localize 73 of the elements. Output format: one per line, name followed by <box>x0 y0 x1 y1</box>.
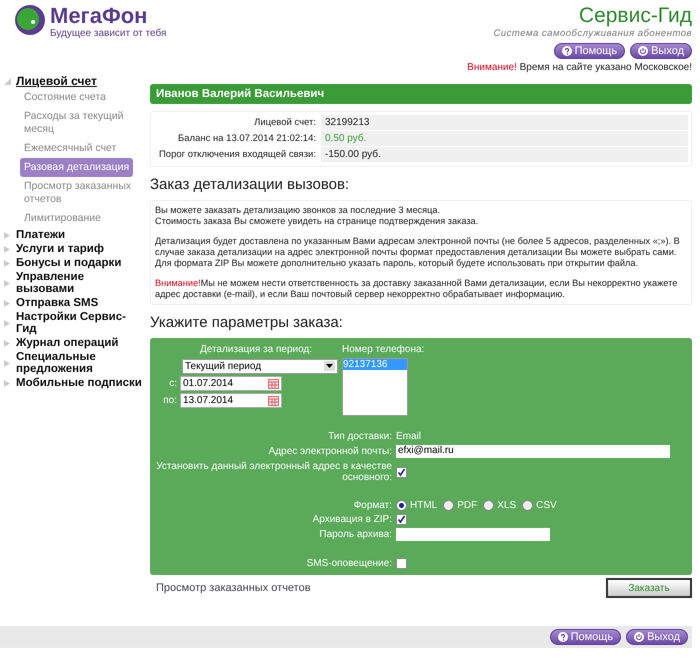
power-icon <box>634 632 644 642</box>
time-notice: Внимание! Время на сайте указано Московское! <box>467 62 692 73</box>
sidebar-item[interactable]: Управление вызовами <box>16 271 144 295</box>
info-label: Баланс на 13.07.2014 21:02:14: <box>177 132 317 146</box>
notice-paragraph: Детализация будет доставлена по указанным Вами адресам электронной почты (не более 5 адресов, разделенных «;»). В случае заказа детализации на адрес электронной почты формат предоставления детализации Вы можете выбрать сами. Для формата ZIP Вы можете дополнительно указать пароль, который будете использовать при открытии файла. <box>155 236 681 269</box>
logo-text: МегаФон <box>50 4 148 28</box>
service-title: Сервис-Гид <box>578 4 692 28</box>
power-icon <box>638 46 648 56</box>
exit-button[interactable]: Выход <box>630 43 692 59</box>
checkbox[interactable] <box>396 558 407 569</box>
info-value: 32199213 <box>321 115 688 130</box>
subscriber-name-bar: Иванов Валерий Васильевич <box>150 84 692 104</box>
field-label: Адрес электронной почты: <box>268 446 392 457</box>
checkbox[interactable] <box>396 466 407 478</box>
notice-paragraph: Вы можете заказать детализацию звонков за последние 3 месяца. Стоимость заказа Вы сможете увидеть на странице подтверждения заказа. <box>155 205 480 227</box>
sidebar-item[interactable]: Бонусы и подарки <box>16 257 122 269</box>
sidebar-item[interactable]: Мобильные подписки <box>16 377 142 389</box>
from-date-field[interactable]: 01.07.2014 <box>180 376 282 391</box>
password-field[interactable] <box>396 528 550 541</box>
sidebar-item[interactable]: Настройки Сервис-Гид <box>16 311 144 335</box>
help-button[interactable]: Помощь <box>550 629 622 645</box>
sidebar-subitem[interactable]: Состояние счета <box>20 88 110 107</box>
section-heading: Укажите параметры заказа: <box>150 314 344 331</box>
radio-label: XLS <box>497 500 516 511</box>
sidebar-subitem[interactable]: Просмотр заказанных отчетов <box>20 177 146 209</box>
exit-button[interactable]: Выход <box>626 629 688 645</box>
info-label: Лицевой счет: <box>253 116 317 130</box>
sidebar-item[interactable]: Отправка SMS <box>16 297 98 309</box>
period-label: Детализация за период: <box>200 344 312 355</box>
sidebar-item[interactable]: Специальные предложения <box>16 351 144 375</box>
radio-label: PDF <box>457 500 478 511</box>
sidebar-item[interactable]: Услуги и тариф <box>16 243 104 255</box>
help-icon <box>558 632 568 642</box>
sidebar-subitem[interactable]: Лимитирование <box>20 209 105 228</box>
calendar-icon[interactable] <box>268 378 279 388</box>
checkbox[interactable] <box>396 514 407 525</box>
field-label: Тип доставки: <box>327 431 392 442</box>
to-date-field[interactable]: 13.07.2014 <box>180 393 282 408</box>
radio-label: HTML <box>410 500 438 511</box>
section-heading: Заказ детализации вызовов: <box>150 176 350 193</box>
service-subtitle: Система самообслуживания абонентов <box>493 28 692 39</box>
field-label: SMS-оповещение: <box>306 558 392 569</box>
logo-globe-icon <box>14 4 46 36</box>
email-field[interactable]: efxi@mail.ru <box>396 445 670 458</box>
delivery-type-value: Email <box>396 431 422 442</box>
radio-label: CSV <box>536 500 557 511</box>
field-label: Пароль архива: <box>318 529 392 540</box>
from-label: с: <box>168 378 177 389</box>
sidebar-item[interactable]: Журнал операций <box>16 337 119 349</box>
slogan: Будущее зависит от тебя <box>50 28 166 39</box>
info-value: 0.50 руб. <box>321 131 688 146</box>
notice-paragraph: Внимание!Мы не можем нести ответственность за доставку заказанной Вами детализации, если Вы некорректно укажете адрес доставки (e-mail), и если Ваш почтовый сервер некорректно обрабатывает информацию. <box>155 278 678 300</box>
sidebar-subitem[interactable]: Расходы за текущий месяц <box>20 107 146 139</box>
sidebar-item[interactable]: Платежи <box>16 229 66 241</box>
phone-label: Номер телефона: <box>342 344 424 355</box>
field-label: Архивация в ZIP: <box>312 514 392 525</box>
help-button[interactable]: Помощь <box>554 43 626 59</box>
calendar-icon[interactable] <box>268 396 279 406</box>
sidebar-item[interactable]: Лицевой счет <box>16 75 97 87</box>
info-label: Порог отключения входящей связи: <box>158 148 317 162</box>
info-value: -150.00 руб. <box>321 147 688 162</box>
radio-button[interactable] <box>443 500 454 511</box>
dropdown-arrow-icon[interactable] <box>324 361 335 371</box>
help-icon <box>562 46 572 56</box>
radio-button[interactable] <box>396 500 407 511</box>
sidebar-subitem[interactable]: Ежемесячный счет <box>20 139 120 158</box>
radio-button[interactable] <box>522 500 534 511</box>
radio-button[interactable] <box>483 500 494 511</box>
field-label: Установить данный электронный адрес в качестве основного: <box>155 461 392 483</box>
to-label: по: <box>162 395 177 406</box>
field-label: Формат: <box>352 500 392 511</box>
period-select[interactable]: Текущий период <box>182 359 338 374</box>
view-reports-link[interactable]: Просмотр заказанных отчетов <box>156 582 311 594</box>
